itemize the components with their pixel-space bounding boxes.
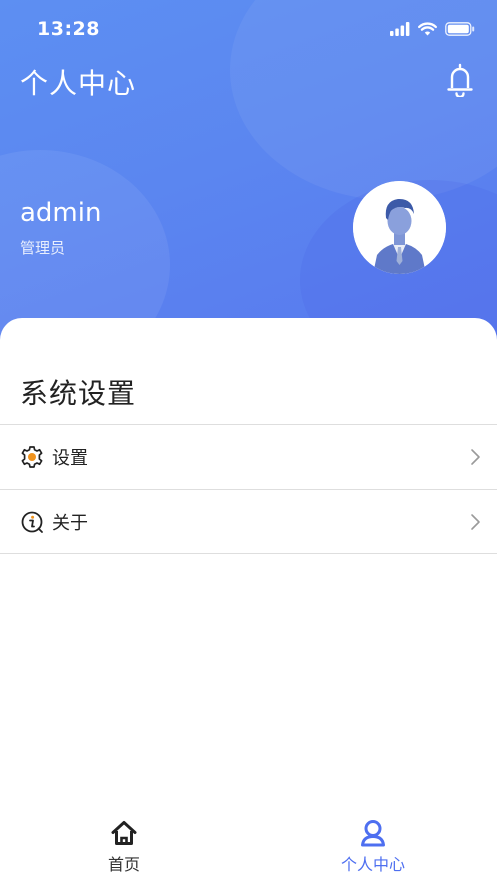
chevron-right-icon bbox=[468, 448, 482, 466]
home-icon bbox=[109, 818, 139, 848]
tab-profile[interactable]: 个人中心 bbox=[249, 805, 497, 883]
status-time: 13:28 bbox=[37, 18, 100, 40]
section-title: 系统设置 bbox=[20, 377, 137, 410]
info-icon bbox=[20, 510, 44, 534]
status-icons bbox=[390, 21, 475, 40]
about-row[interactable]: 关于 bbox=[0, 489, 497, 554]
tab-profile-label: 个人中心 bbox=[340, 855, 405, 874]
user-name: admin bbox=[20, 198, 102, 228]
chevron-right-icon bbox=[468, 513, 482, 531]
status-bar: 13:28 bbox=[0, 0, 497, 58]
user-icon bbox=[358, 818, 388, 848]
profile-screen: 13:28 个人中心 admin 管理员 系统设置 设置 关于 首页 个人中心 bbox=[0, 0, 497, 883]
notification-bell-icon[interactable] bbox=[442, 61, 478, 99]
settings-row[interactable]: 设置 bbox=[0, 424, 497, 489]
profile-header: 13:28 个人中心 admin 管理员 bbox=[0, 0, 497, 360]
page-title: 个人中心 bbox=[20, 67, 137, 100]
settings-card: 系统设置 设置 关于 bbox=[0, 318, 497, 568]
signal-icon bbox=[390, 21, 410, 40]
tab-home[interactable]: 首页 bbox=[0, 805, 248, 883]
gear-icon bbox=[20, 445, 44, 469]
battery-icon bbox=[445, 21, 475, 40]
tab-bar: 首页 个人中心 bbox=[0, 805, 497, 883]
settings-label: 设置 bbox=[52, 448, 88, 469]
about-label: 关于 bbox=[52, 512, 88, 534]
avatar[interactable] bbox=[353, 181, 446, 274]
user-role: 管理员 bbox=[20, 239, 66, 257]
tab-home-label: 首页 bbox=[107, 855, 140, 874]
wifi-icon bbox=[418, 21, 437, 40]
